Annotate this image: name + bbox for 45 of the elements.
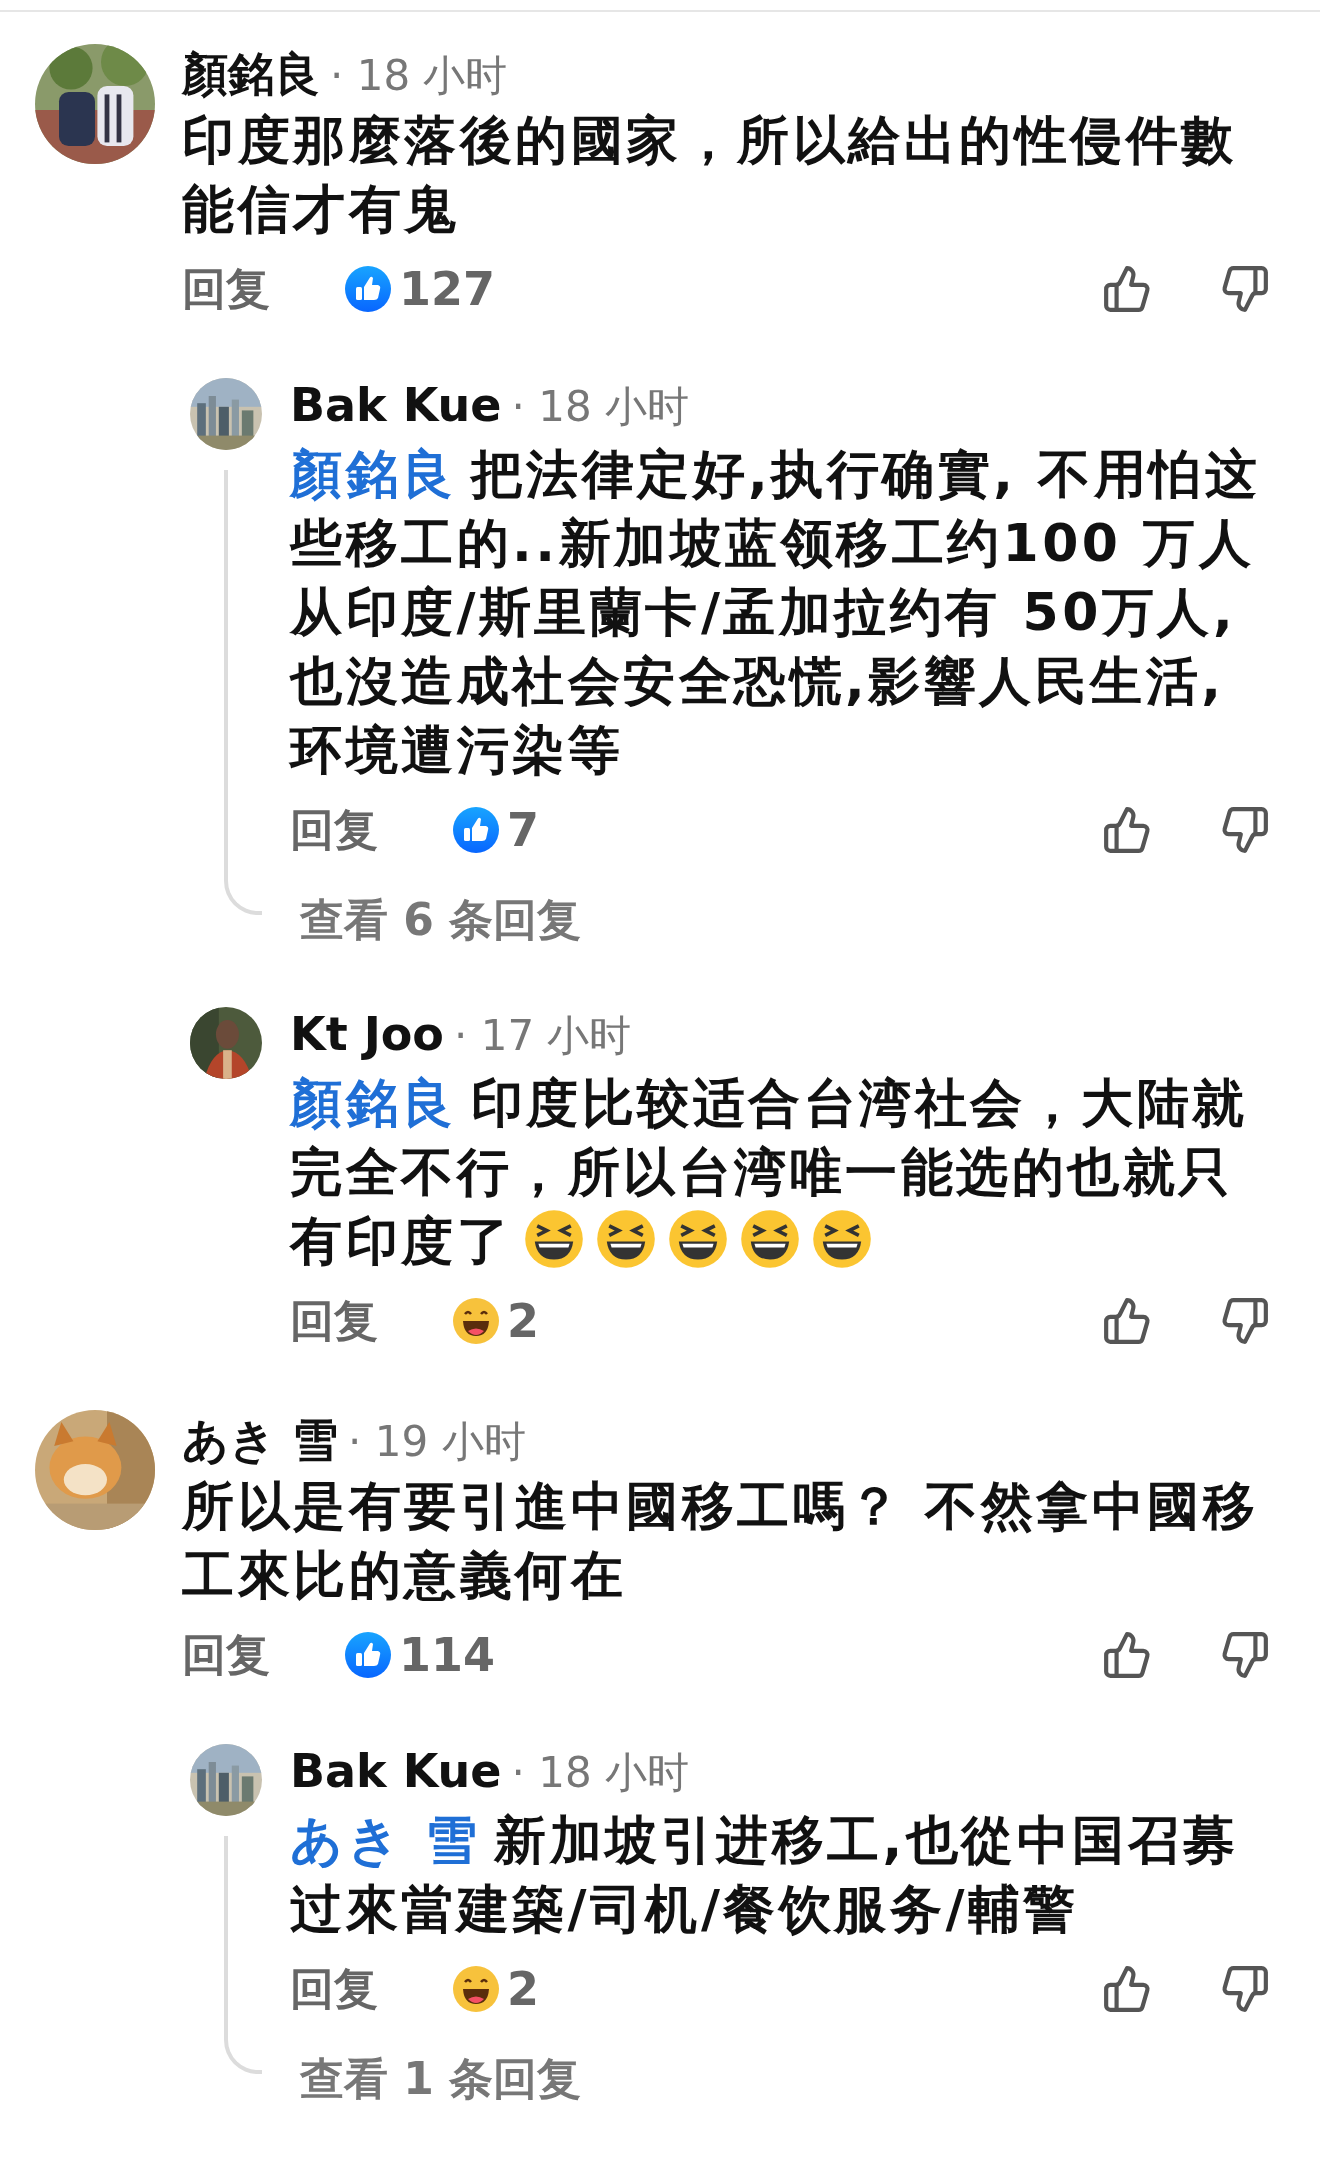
thumbs-up-icon[interactable]	[1102, 264, 1152, 314]
reply-button[interactable]: 回复	[290, 1291, 453, 1351]
like-reaction-icon	[345, 266, 391, 312]
thumbs-down-icon[interactable]	[1220, 1964, 1270, 2014]
laughing-reaction-icon	[453, 1298, 499, 1344]
mention-link[interactable]: 顏銘良	[290, 1073, 457, 1133]
reply-button[interactable]: 回复	[182, 1625, 345, 1685]
thumbs-up-icon[interactable]	[1102, 805, 1152, 855]
reaction-count: 7	[507, 803, 539, 857]
author-name: Kt Joo	[290, 1007, 444, 1061]
thumbs-up-icon[interactable]	[1102, 1964, 1152, 2014]
comment-text: 顏銘良 把法律定好,执行确實, 不用怕这些移工的..新加坡蓝领移工约100 万人从印度/斯里蘭卡/孟加拉约有 50万人,也沒造成社会安全恐慌,影響人民生活,环境遭污染等	[290, 443, 1262, 782]
timestamp: · 19 小时	[348, 1416, 526, 1468]
thumbs-down-icon[interactable]	[1220, 1630, 1270, 1680]
timestamp: · 17 小时	[454, 1010, 632, 1062]
view-replies-link[interactable]: 查看 1 条回复	[300, 2048, 582, 2110]
mention-link[interactable]: 顏銘良	[290, 444, 457, 504]
view-replies-link[interactable]: 查看 6 条回复	[300, 889, 582, 951]
comment-text: あき 雪 新加坡引进移工,也從中国召募过來當建築/司机/餐饮服务/輔警	[290, 1809, 1240, 1941]
like-reaction-icon	[453, 807, 499, 853]
timestamp: · 18 小时	[511, 1747, 689, 1799]
comment-text: 顏銘良 印度比较适合台湾社会，大陆就完全不行，所以台湾唯一能选的也就只有印度了	[290, 1072, 1249, 1273]
reply-button[interactable]: 回复	[290, 800, 453, 860]
laughing-reaction-icon	[453, 1966, 499, 2012]
reply-button[interactable]: 回复	[290, 1959, 453, 2019]
mention-link[interactable]: あき 雪	[290, 1810, 481, 1870]
author-name: あき 雪	[182, 1412, 338, 1469]
thumbs-up-icon[interactable]	[1102, 1630, 1152, 1680]
reaction-count: 127	[399, 262, 496, 316]
like-reaction-icon	[345, 1632, 391, 1678]
reaction-count: 2	[507, 1962, 539, 2016]
thumbs-down-icon[interactable]	[1220, 805, 1270, 855]
reply-button[interactable]: 回复	[182, 259, 345, 319]
comment-text: 所以是有要引進中國移工嗎？ 不然拿中國移工來比的意義何在	[182, 1475, 1260, 1607]
comment-text: 印度那麼落後的國家，所以給出的性侵件數能信才有鬼	[182, 109, 1238, 241]
reaction-count: 114	[399, 1628, 496, 1682]
reaction-count: 2	[507, 1294, 539, 1348]
timestamp: · 18 小时	[330, 50, 508, 102]
timestamp: · 18 小时	[511, 381, 689, 433]
thumbs-down-icon[interactable]	[1220, 1296, 1270, 1346]
thumbs-down-icon[interactable]	[1220, 264, 1270, 314]
author-name: Bak Kue	[290, 1744, 502, 1798]
author-name: 顏銘良	[182, 46, 320, 103]
author-name: Bak Kue	[290, 378, 502, 432]
thumbs-up-icon[interactable]	[1102, 1296, 1152, 1346]
